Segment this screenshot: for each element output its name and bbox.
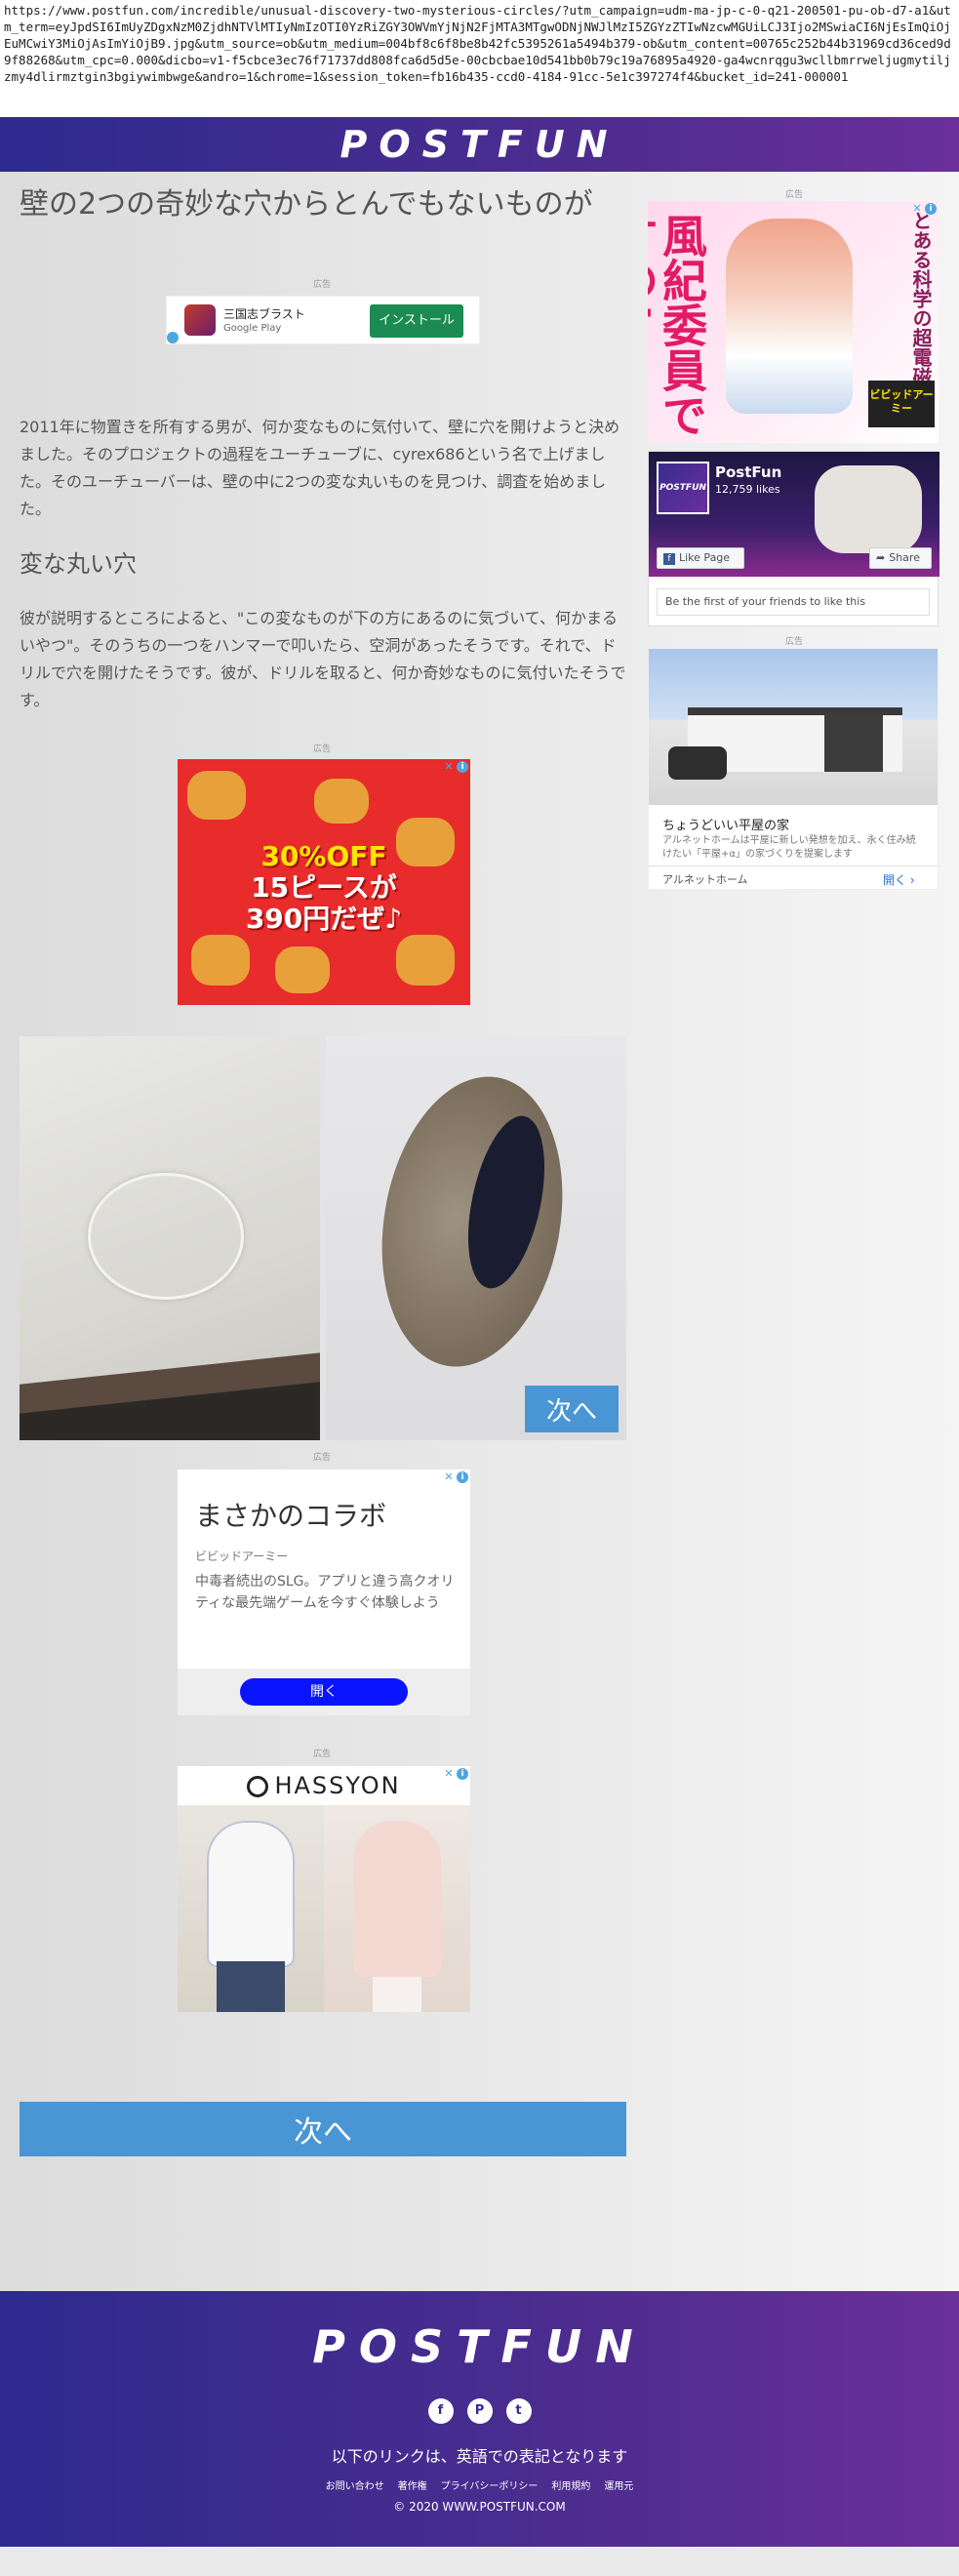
facebook-friends-note: Be the first of your friends to like thi… [657, 588, 930, 616]
fashion-ad[interactable]: i ✕ HASSYON [178, 1766, 470, 2012]
ad-info-icon[interactable]: i [457, 1471, 468, 1483]
facebook-likes: 12,759 likes [715, 483, 780, 496]
nugget-icon [187, 771, 246, 820]
wall-image-left [20, 1036, 320, 1440]
footer-link-contact[interactable]: お問い合わせ [326, 2477, 384, 2492]
like-page-button[interactable]: f Like Page [657, 547, 744, 569]
nugget-icon [396, 935, 455, 986]
app-icon [184, 304, 216, 336]
url-text[interactable]: https://www.postfun.com/incredible/unusu… [0, 0, 959, 117]
house-dark-panel [824, 713, 883, 772]
chevron-right-icon: › [909, 873, 915, 887]
ad-label: 広告 [784, 190, 803, 200]
white-pants [373, 1977, 421, 2012]
manga-character [726, 219, 853, 414]
ad-label: 広告 [312, 745, 331, 754]
footer-link-copyright[interactable]: 著作権 [398, 2477, 427, 2492]
house-ad-brand: アルネットホーム [662, 873, 748, 886]
ad-close-icon[interactable]: ✕ [443, 1471, 455, 1483]
section-heading: 変な丸い穴 [20, 550, 137, 578]
site-logo[interactable]: POSTFUN [340, 123, 619, 166]
nugget-icon [191, 935, 250, 986]
facebook-icon: f [663, 553, 675, 565]
jeans [217, 1961, 285, 2012]
twitter-icon[interactable]: t [505, 2398, 532, 2424]
ad-choices-icon[interactable] [167, 332, 179, 343]
facebook-avatar[interactable]: POSTFUN [657, 462, 709, 514]
footer-link-operator[interactable]: 運用元 [604, 2477, 633, 2492]
site-footer: POSTFUN f P t 以下のリンクは、英語での表記となります お問い合わせ… [0, 2291, 959, 2547]
wall-image-right: 次へ [326, 1036, 626, 1440]
fashion-brand: HASSYON [178, 1772, 470, 1799]
article-title: 壁の2つの奇妙な穴からとんでもないものが [20, 187, 593, 221]
app-ad[interactable]: 三国志ブラスト Google Play インストール [166, 296, 480, 344]
house-ad-open-link[interactable]: 開く › [883, 871, 915, 888]
next-button-small[interactable]: 次へ [525, 1386, 619, 1432]
ad-label: 広告 [312, 280, 331, 290]
house-photo [649, 649, 938, 805]
game-ad-body: 中毒者続出のSLG。アプリと違う高クオリティな最先端ゲームを今すぐ体験しよう [195, 1574, 455, 1611]
brand-logo-icon [247, 1776, 269, 1797]
ad-label: 広告 [784, 637, 803, 647]
manga-subtitle: とある科学の超電磁砲 [909, 211, 933, 406]
pinterest-icon[interactable]: P [466, 2398, 493, 2424]
next-button[interactable]: 次へ [20, 2102, 626, 2156]
ad-info-icon[interactable]: i [457, 761, 468, 773]
house-ad-body: アルネットホームは平屋に新しい発想を加え、永く住み続けたい「平屋+α」の家づくり… [662, 835, 916, 860]
game-ad-brand: ビビッドアーミー [195, 1550, 289, 1563]
share-icon: ➦ [876, 551, 886, 564]
circle-outline [88, 1173, 244, 1300]
house-ad-title: ちょうどいい平屋の家 [662, 819, 790, 833]
footer-link-terms[interactable]: 利用規約 [551, 2477, 590, 2492]
nugget-icon [275, 946, 330, 993]
app-store: Google Play [223, 323, 282, 334]
open-button[interactable]: 開く [240, 1678, 408, 1706]
fashion-photo-left [178, 1805, 324, 2012]
promo-text: 30%OFF 15ピースが 390円だぜ♪ [245, 840, 403, 935]
app-title: 三国志ブラスト [223, 307, 305, 321]
alpaca-photo [815, 465, 922, 553]
install-button[interactable]: インストール [370, 304, 463, 338]
footer-link-privacy[interactable]: プライバシーポリシー [441, 2477, 539, 2492]
game-ad[interactable]: i ✕ まさかのコラボ ビビッドアーミー 中毒者続出のSLG。アプリと違う高クオ… [178, 1469, 470, 1715]
social-links: f P t [0, 2398, 959, 2424]
divider [649, 865, 938, 866]
food-ad[interactable]: i ✕ 30%OFF 15ピースが 390円だぜ♪ [178, 759, 470, 1005]
fashion-photo-right [324, 1805, 470, 2012]
manga-ad[interactable]: i ✕ 風紀委員ですの! とある科学の超電磁砲 ビビッドアーミー [648, 201, 939, 443]
manga-corner-logo: ビビッドアーミー [868, 381, 935, 427]
footer-logo[interactable]: POSTFUN [0, 2320, 959, 2373]
game-ad-title: まさかのコラボ [195, 1500, 387, 1532]
manga-title: 風紀委員ですの! [648, 213, 708, 437]
site-header: POSTFUN [0, 117, 959, 172]
facebook-widget[interactable]: POSTFUN PostFun 12,759 likes f Like Page … [648, 451, 939, 626]
nugget-icon [314, 779, 369, 824]
bottom-strip [0, 2547, 959, 2576]
copyright: © 2020 WWW.POSTFUN.COM [393, 2500, 566, 2514]
floral-dress [353, 1821, 441, 1977]
car [668, 746, 727, 780]
house-ad[interactable]: i ✕ ちょうどいい平屋の家 アルネットホームは平屋に新しい発想を加え、永く住み… [648, 648, 939, 890]
white-blouse [207, 1821, 295, 1967]
ad-label: 広告 [312, 1453, 331, 1463]
ad-label: 広告 [312, 1750, 331, 1759]
facebook-page-name[interactable]: PostFun [715, 463, 781, 481]
ad-close-icon[interactable]: ✕ [443, 761, 455, 773]
share-button[interactable]: ➦ Share [869, 547, 932, 569]
footer-note: 以下のリンクは、英語での表記となります [331, 2447, 628, 2466]
article-paragraph: 2011年に物置きを所有する男が、何か変なものに気付いて、壁に穴を開けようと決め… [20, 418, 620, 518]
footer-links: お問い合わせ 著作権 プライバシーポリシー 利用規約 運用元 [0, 2477, 959, 2492]
facebook-icon[interactable]: f [427, 2398, 454, 2424]
article-paragraph: 彼が説明するところによると、"この変なものが下の方にあるのに気づいて、何かまるい… [20, 609, 626, 709]
